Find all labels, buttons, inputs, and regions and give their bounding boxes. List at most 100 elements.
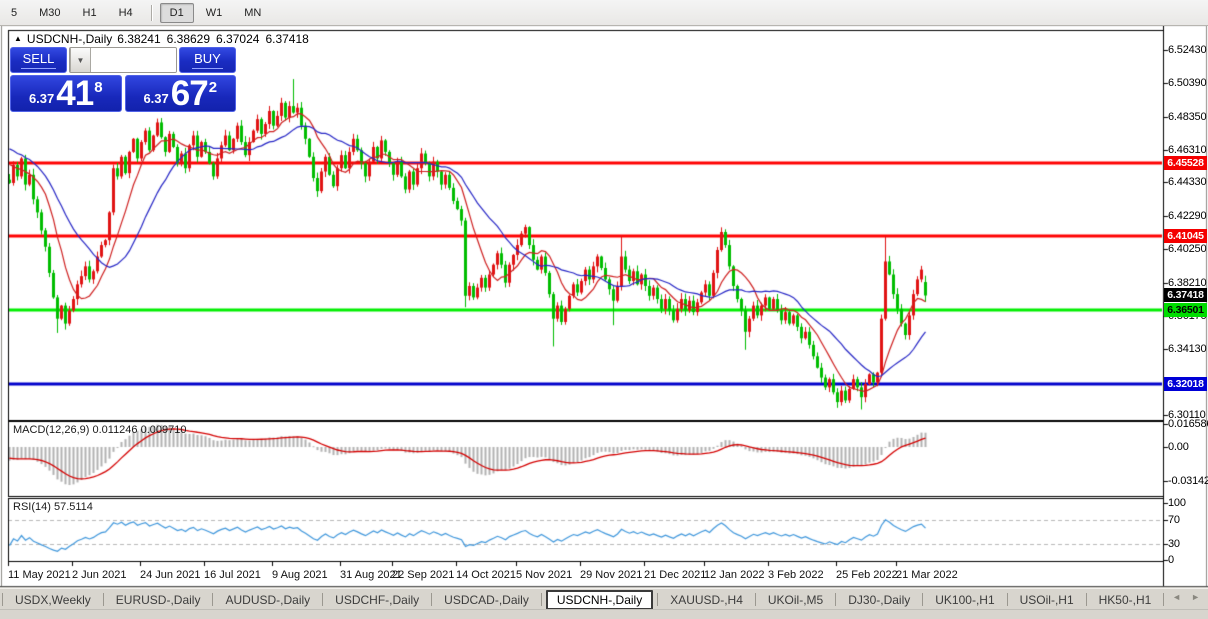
tab-separator (431, 593, 432, 606)
timeframe-mn[interactable]: MN (234, 3, 271, 23)
collapse-panel-icon[interactable]: ▲ (14, 35, 22, 43)
date-label: 22 Sep 2021 (392, 569, 454, 581)
tab-separator (922, 593, 923, 606)
tab-usoil-h1[interactable]: USOil-,H1 (1010, 591, 1084, 609)
tab-scroll-right-icon[interactable]: ► (1191, 592, 1200, 602)
date-label: 2 Jun 2021 (72, 569, 126, 581)
timeframe-h4[interactable]: H4 (109, 3, 143, 23)
price-badge: 6.41045 (1164, 229, 1207, 243)
date-label: 25 Feb 2022 (836, 569, 898, 581)
date-label: 16 Jul 2021 (204, 569, 261, 581)
tab-audusd-daily[interactable]: AUDUSD-,Daily (215, 591, 320, 609)
tab-separator (1163, 593, 1164, 606)
ohlc-high: 6.38629 (167, 32, 210, 46)
buy-price-pip: 2 (209, 79, 217, 96)
volume-decrease-button[interactable]: ▼ (70, 48, 91, 72)
ohlc-close: 6.37418 (265, 32, 308, 46)
timeframe-5[interactable]: 5 (1, 3, 27, 23)
price-badge: 6.36501 (1164, 303, 1207, 317)
date-label: 12 Jan 2022 (704, 569, 765, 581)
tab-dj30-daily[interactable]: DJ30-,Daily (838, 591, 920, 609)
price-tick-label: 6.34130 (1168, 343, 1206, 355)
price-tick-label: 6.42290 (1168, 210, 1206, 222)
trading-terminal-window: 5M30H1H4 D1W1MN ▲ USDCNH-,Daily 6.38241 6… (0, 0, 1208, 618)
timeframe-toolbar: 5M30H1H4 D1W1MN (0, 0, 1208, 26)
timeframe-d1[interactable]: D1 (160, 3, 194, 23)
buy-button[interactable]: BUY (179, 47, 236, 73)
price-badge: 6.32018 (1164, 377, 1207, 391)
rsi-axis-label: 30 (1168, 538, 1180, 550)
buy-price-prefix: 6.37 (143, 91, 168, 106)
one-click-trade-panel: SELL ▼ ▲ BUY 6.37 41 8 6.37 67 2 (10, 47, 236, 112)
macd-axis-label: 0.016586 (1168, 418, 1208, 430)
price-tick-label: 6.40250 (1168, 243, 1206, 255)
ohlc-open: 6.38241 (117, 32, 160, 46)
price-tick-label: 6.38210 (1168, 277, 1206, 289)
tab-hk50-h1[interactable]: HK50-,H1 (1089, 591, 1162, 609)
ohlc-low: 6.37024 (216, 32, 259, 46)
sell-price-big: 41 (56, 80, 93, 109)
tab-ukoil-m5[interactable]: UKOil-,M5 (758, 591, 833, 609)
macd-axis-label: -0.031421 (1168, 475, 1208, 487)
tab-eurusd-daily[interactable]: EURUSD-,Daily (106, 591, 211, 609)
tab-separator (322, 593, 323, 606)
tab-separator (1007, 593, 1008, 606)
toolbar-separator (151, 5, 152, 21)
tab-usdcnh-daily[interactable]: USDCNH-,Daily (546, 590, 653, 610)
tab-separator (212, 593, 213, 606)
tab-separator (541, 593, 542, 606)
date-label: 11 May 2021 (8, 569, 71, 581)
price-tick-label: 6.48350 (1168, 111, 1206, 123)
tab-xauusd-h4[interactable]: XAUUSD-,H4 (660, 591, 753, 609)
timeframe-w1[interactable]: W1 (196, 3, 233, 23)
sell-button[interactable]: SELL (10, 47, 67, 73)
rsi-axis-label: 70 (1168, 514, 1180, 526)
tab-usdcad-daily[interactable]: USDCAD-,Daily (434, 591, 539, 609)
tab-scroll-buttons: ◄ ► (1172, 592, 1200, 602)
date-label: 9 Aug 2021 (272, 569, 328, 581)
date-label: 21 Mar 2022 (896, 569, 958, 581)
tab-separator (1086, 593, 1087, 606)
price-badge: 6.45528 (1164, 156, 1207, 170)
tab-scroll-left-icon[interactable]: ◄ (1172, 592, 1181, 602)
volume-spinner: ▼ ▲ (69, 47, 177, 73)
date-label: 21 Dec 2021 (644, 569, 706, 581)
price-badge: 6.37418 (1164, 288, 1207, 302)
arrow-down-icon: ▼ (77, 56, 85, 65)
tab-usdchf-daily[interactable]: USDCHF-,Daily (325, 591, 429, 609)
rsi-caption: RSI(14) 57.5114 (13, 501, 93, 513)
rsi-axis-label: 100 (1168, 497, 1186, 509)
tab-separator (755, 593, 756, 606)
tab-separator (657, 593, 658, 606)
chart-ohlc-values: 6.38241 6.38629 6.37024 6.37418 (117, 32, 309, 46)
tab-separator (103, 593, 104, 606)
chart-symbol-label: USDCNH-,Daily (27, 32, 112, 46)
tab-usdx-weekly[interactable]: USDX,Weekly (5, 591, 101, 609)
timeframe-h1[interactable]: H1 (73, 3, 107, 23)
sell-price-prefix: 6.37 (29, 91, 54, 106)
date-label: 3 Feb 2022 (768, 569, 824, 581)
date-label: 29 Nov 2021 (580, 569, 642, 581)
buy-price-big: 67 (171, 80, 208, 109)
trade-panel-prices: 6.37 41 8 6.37 67 2 (10, 75, 236, 112)
date-label: 5 Nov 2021 (516, 569, 572, 581)
date-label: 24 Jun 2021 (140, 569, 201, 581)
chart-tab-bar: USDX,Weekly EURUSD-,DailyAUDUSD-,Daily USD… (0, 588, 1208, 610)
sell-price-box[interactable]: 6.37 41 8 (10, 75, 122, 112)
macd-axis-label: 0.00 (1168, 441, 1189, 453)
date-label: 14 Oct 2021 (456, 569, 516, 581)
timeframe-m30[interactable]: M30 (29, 3, 70, 23)
price-tick-label: 6.52430 (1168, 44, 1206, 56)
tab-separator (2, 593, 3, 606)
sell-price-pip: 8 (94, 79, 102, 96)
buy-price-box[interactable]: 6.37 67 2 (125, 75, 237, 112)
volume-input[interactable] (91, 48, 177, 72)
trade-panel-controls: SELL ▼ ▲ BUY (10, 47, 236, 73)
price-tick-label: 6.46310 (1168, 144, 1206, 156)
tab-separator (835, 593, 836, 606)
rsi-axis-label: 0 (1168, 554, 1174, 566)
macd-caption: MACD(12,26,9) 0.011246 0.009710 (13, 424, 186, 436)
tab-uk100-h1[interactable]: UK100-,H1 (925, 591, 1004, 609)
chart-title: ▲ USDCNH-,Daily 6.38241 6.38629 6.37024 … (14, 32, 309, 46)
price-tick-label: 6.50390 (1168, 77, 1206, 89)
